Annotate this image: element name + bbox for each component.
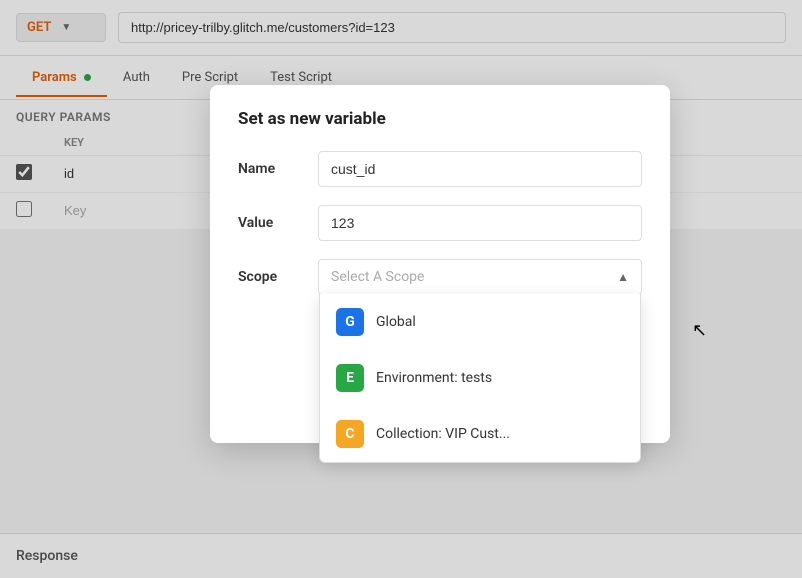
dialog-title: Set as new variable — [238, 109, 642, 129]
dropdown-item-collection[interactable]: C Collection: VIP Cust... — [320, 406, 640, 462]
scope-placeholder: Select A Scope — [331, 269, 424, 285]
name-label: Name — [238, 161, 318, 177]
global-icon: G — [336, 308, 364, 336]
value-row: Value — [238, 205, 642, 241]
global-label: Global — [376, 314, 416, 330]
scope-row: Scope Select A Scope ▲ G Global E Enviro… — [238, 259, 642, 295]
name-input[interactable] — [318, 151, 642, 187]
environment-icon: E — [336, 364, 364, 392]
dropdown-item-global[interactable]: G Global — [320, 294, 640, 350]
collection-label: Collection: VIP Cust... — [376, 426, 510, 442]
environment-label: Environment: tests — [376, 370, 492, 386]
set-variable-dialog: Set as new variable Name Value Scope Sel… — [210, 85, 670, 443]
collection-icon: C — [336, 420, 364, 448]
value-label: Value — [238, 215, 318, 231]
name-row: Name — [238, 151, 642, 187]
scope-dropdown: G Global E Environment: tests C Collecti… — [319, 294, 641, 463]
value-input[interactable] — [318, 205, 642, 241]
scope-selector[interactable]: Select A Scope ▲ G Global E Environment:… — [318, 259, 642, 295]
dropdown-item-environment[interactable]: E Environment: tests — [320, 350, 640, 406]
scope-label: Scope — [238, 269, 318, 285]
scope-chevron-icon: ▲ — [617, 270, 629, 284]
